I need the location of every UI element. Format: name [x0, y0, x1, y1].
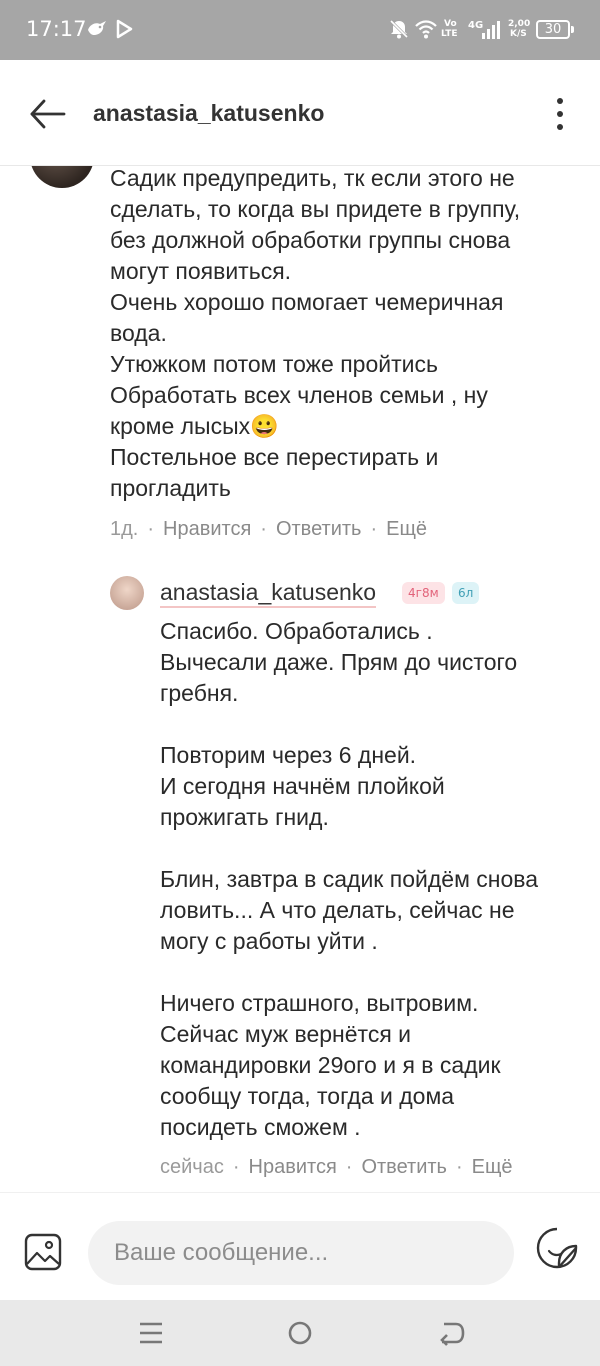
volte-label: Vo	[444, 19, 457, 29]
message-composer	[0, 1192, 600, 1300]
battery-icon: 30	[536, 20, 574, 39]
page-title[interactable]: anastasia_katusenko	[93, 100, 324, 127]
play-icon	[116, 19, 133, 39]
like-button[interactable]: Нравится	[163, 518, 251, 540]
menu-icon[interactable]	[136, 1318, 166, 1348]
comment-author[interactable]: anastasia_katusenko	[160, 578, 377, 608]
comment-text: Садик предупредить, тк если этого не сде…	[110, 166, 521, 501]
status-time: 17:17	[26, 17, 87, 41]
app-bar: anastasia_katusenko	[0, 60, 600, 166]
more-button[interactable]: Ещё	[386, 518, 427, 540]
arrow-left-icon[interactable]	[26, 92, 70, 136]
comment-time: сейчас	[160, 1156, 224, 1178]
bird-icon	[88, 21, 106, 35]
home-circle-icon[interactable]	[285, 1318, 315, 1348]
child-age-badge: 4г8м	[402, 582, 445, 604]
more-vertical-icon[interactable]	[544, 92, 576, 136]
avatar[interactable]	[110, 576, 144, 610]
comment-text: Спасибо. Обработались . Вычесали даже. П…	[160, 618, 539, 1140]
like-button[interactable]: Нравится	[249, 1156, 337, 1178]
wifi-icon	[415, 20, 437, 39]
signal-icon	[482, 21, 500, 39]
reply-button[interactable]: Ответить	[276, 518, 362, 540]
system-nav-bar	[0, 1300, 600, 1366]
sticker-icon[interactable]	[536, 1227, 578, 1269]
image-icon[interactable]	[24, 1233, 62, 1271]
speed-unit: K/S	[510, 29, 527, 39]
mute-icon	[389, 19, 409, 39]
child-age-badge-2: 6л	[452, 582, 480, 604]
comment-meta: сейчас · Нравится · Ответить · Ещё	[160, 1156, 513, 1178]
more-button[interactable]: Ещё	[472, 1156, 513, 1178]
comments-thread[interactable]: Садик предупредить, тк если этого не сде…	[0, 166, 600, 1192]
comment-meta: 1д. · Нравится · Ответить · Ещё	[110, 518, 428, 540]
back-icon[interactable]	[436, 1318, 466, 1348]
status-bar: 17:17 Vo LTE 4G 2,00 K/S 30	[0, 0, 600, 60]
speed-value: 2,00	[508, 19, 531, 29]
comment-time: 1д.	[110, 518, 139, 540]
reply-button[interactable]: Ответить	[361, 1156, 447, 1178]
avatar[interactable]	[30, 166, 94, 188]
lte-label: LTE	[441, 29, 458, 39]
message-input[interactable]	[88, 1221, 514, 1285]
